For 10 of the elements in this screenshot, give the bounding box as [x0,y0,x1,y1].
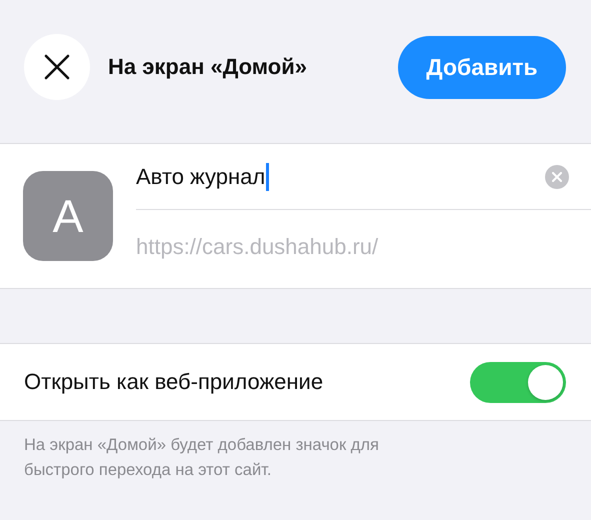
footer-note: На экран «Домой» будет добавлен значок для быстрого перехода на этот сайт. [24,435,380,481]
name-field[interactable]: Авто журнал [136,162,545,190]
app-icon: A [23,171,113,261]
web-app-toggle[interactable] [470,362,566,402]
url-text: https://cars.dushahub.ru/ [136,234,380,260]
close-icon [44,54,70,80]
clear-icon [552,172,562,182]
web-app-label: Открыть как веб-приложение [24,369,324,395]
sheet-title: На экран «Домой» [108,54,308,80]
clear-button[interactable] [545,164,569,188]
